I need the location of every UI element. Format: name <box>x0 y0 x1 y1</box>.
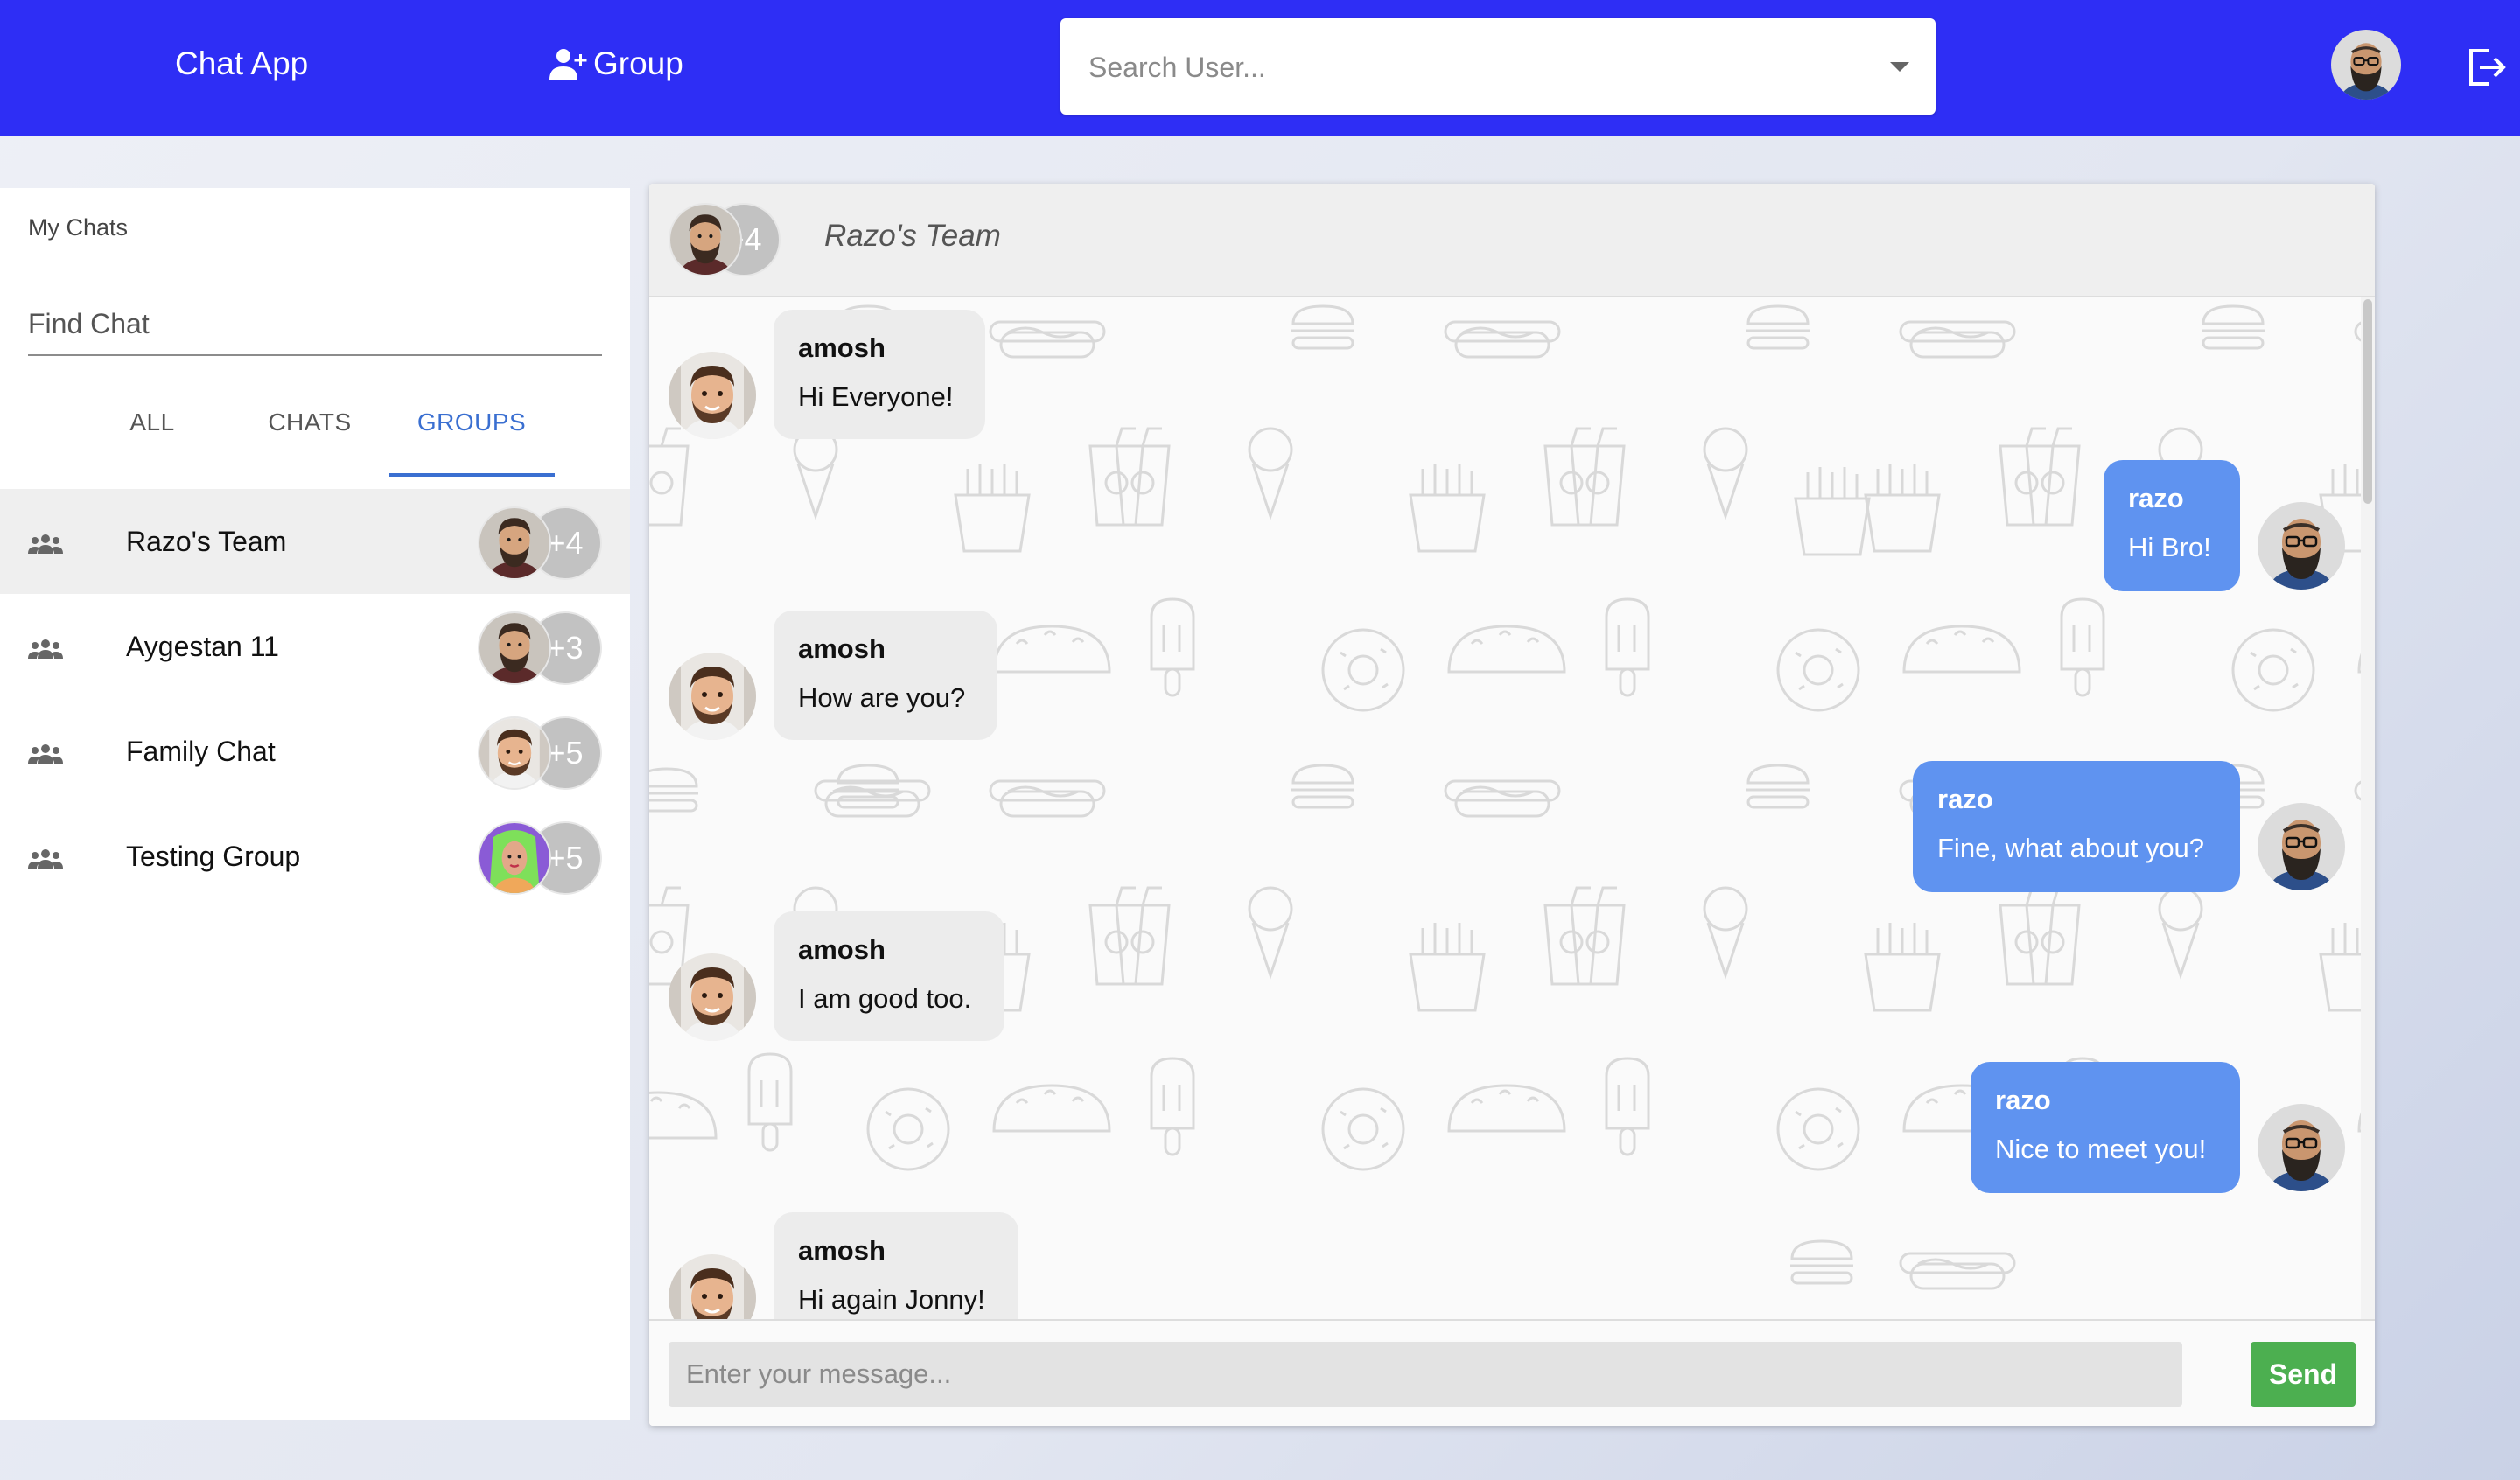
message-sender: razo <box>1937 784 1993 814</box>
member-avatars: +5 <box>478 716 602 790</box>
message-text: Nice to meet you! <box>1995 1134 2207 1164</box>
tab-all[interactable]: ALL <box>102 398 203 473</box>
message-bubble-outgoing: razo Nice to meet you! <box>1970 1062 2240 1193</box>
message-composer: Send <box>649 1319 2375 1426</box>
profile-avatar[interactable] <box>2331 30 2401 100</box>
message-input[interactable] <box>668 1342 2182 1407</box>
sender-avatar[interactable] <box>2258 502 2345 590</box>
sidebar-title: My Chats <box>28 214 129 241</box>
member-avatars: +4 <box>478 506 602 580</box>
group-icon <box>28 743 63 764</box>
chat-title: Razo's Team <box>824 219 1001 253</box>
find-chat-input[interactable] <box>28 297 602 350</box>
message-sender: amosh <box>798 1235 886 1266</box>
sender-avatar[interactable] <box>668 352 756 439</box>
message-text: I am good too. <box>798 983 972 1014</box>
chat-panel: +4 Razo's Team amosh Hi Everyone! razo H… <box>649 184 2375 1426</box>
sender-avatar[interactable] <box>668 653 756 740</box>
user-search-input[interactable] <box>1087 18 1860 116</box>
message-sender: razo <box>1995 1085 2051 1115</box>
chat-header: +4 Razo's Team <box>649 184 2375 297</box>
message-bubble-incoming: amosh How are you? <box>774 611 998 740</box>
message-sender: amosh <box>798 332 886 363</box>
group-icon <box>28 638 63 659</box>
message-list[interactable]: amosh Hi Everyone! razo Hi Bro! amosh Ho… <box>649 297 2361 1319</box>
user-search-select[interactable] <box>1060 18 1936 116</box>
scrollbar-thumb[interactable] <box>2363 299 2372 504</box>
message-text: Hi Everyone! <box>798 381 954 412</box>
message-sender: amosh <box>798 934 886 965</box>
add-user-icon <box>550 49 587 80</box>
sender-avatar[interactable] <box>668 953 756 1041</box>
send-button[interactable]: Send <box>2250 1342 2356 1407</box>
group-avatar <box>668 203 742 276</box>
message-bubble-incoming: amosh Hi again Jonny! <box>774 1212 1018 1319</box>
chat-list-item-family-chat[interactable]: Family Chat +5 <box>0 699 630 804</box>
app-brand[interactable]: Chat App <box>175 45 308 82</box>
chevron-down-icon[interactable] <box>1890 62 1909 72</box>
chat-name: Aygestan 11 <box>126 631 279 662</box>
member-avatars: +5 <box>478 821 602 895</box>
message-bubble-incoming: amosh I am good too. <box>774 911 1004 1041</box>
message-bubble-outgoing: razo Fine, what about you? <box>1913 761 2240 892</box>
member-avatars: +3 <box>478 611 602 685</box>
chat-list-item-testing-group[interactable]: Testing Group +5 <box>0 804 630 909</box>
member-avatar <box>478 611 551 685</box>
message-text: Hi Bro! <box>2128 532 2211 562</box>
group-icon <box>28 848 63 869</box>
chat-name: Testing Group <box>126 841 301 872</box>
add-group-label: Group <box>593 45 683 81</box>
member-avatar <box>478 716 551 790</box>
chat-list-item-aygestan-11[interactable]: Aygestan 11 +3 <box>0 594 630 699</box>
add-group-button[interactable]: Group <box>548 45 683 82</box>
logout-icon[interactable] <box>2466 47 2506 87</box>
tab-groups[interactable]: GROUPS <box>388 398 555 477</box>
message-text: How are you? <box>798 682 966 713</box>
tab-chats[interactable]: CHATS <box>254 398 366 473</box>
find-chat-field[interactable] <box>28 297 602 356</box>
chat-list-item-razos-team[interactable]: Razo's Team +4 <box>0 489 630 594</box>
chat-filter-tabs: ALL CHATS GROUPS <box>0 398 630 477</box>
user-avatar-icon <box>2331 30 2401 100</box>
message-bubble-outgoing: razo Hi Bro! <box>2104 460 2240 591</box>
top-bar: Chat App Group <box>0 0 2520 136</box>
sender-avatar[interactable] <box>2258 1104 2345 1191</box>
sender-avatar[interactable] <box>2258 803 2345 890</box>
message-text: Hi again Jonny! <box>798 1284 985 1315</box>
message-text: Fine, what about you? <box>1937 833 2205 863</box>
chats-sidebar: My Chats ALL CHATS GROUPS Razo's Team +4… <box>0 188 630 1420</box>
member-avatar <box>478 506 551 580</box>
message-bubble-incoming: amosh Hi Everyone! <box>774 310 985 439</box>
message-sender: amosh <box>798 633 886 664</box>
message-scrollbar[interactable] <box>2361 297 2375 1319</box>
member-avatar <box>478 821 551 895</box>
chat-name: Razo's Team <box>126 526 287 557</box>
message-sender: razo <box>2128 483 2184 513</box>
chat-name: Family Chat <box>126 736 276 767</box>
group-icon <box>28 533 63 554</box>
